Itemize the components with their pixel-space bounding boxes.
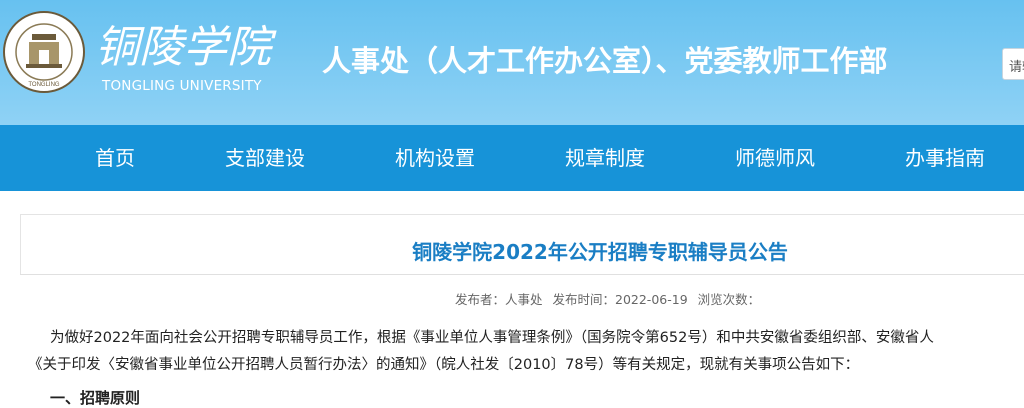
main-nav: 首页 支部建设 机构设置 规章制度 师德师风 办事指南 bbox=[0, 125, 1024, 191]
site-header: TONGLING 铜陵学院 TONGLING UNIVERSITY 人事处（人才… bbox=[0, 0, 1024, 125]
article-paragraph: 《关于印发〈安徽省事业单位公开招聘人员暂行办法〉的通知》（皖人社发〔2010〕7… bbox=[28, 357, 860, 373]
university-script-logo[interactable]: 铜陵学院 bbox=[95, 14, 290, 74]
article-paragraph: 为做好2022年面向社会公开招聘专职辅导员工作，根据《事业单位人事管理条例》（国… bbox=[50, 330, 934, 346]
university-seal-logo[interactable]: TONGLING bbox=[2, 10, 86, 94]
nav-item-branch-building[interactable]: 支部建设 bbox=[225, 125, 305, 191]
article-views: 浏览次数： bbox=[697, 292, 761, 307]
nav-item-service-guide[interactable]: 办事指南 bbox=[905, 125, 985, 191]
nav-item-organization[interactable]: 机构设置 bbox=[395, 125, 475, 191]
article-meta: 发布者：人事处 发布时间：2022-06-19 浏览次数： bbox=[455, 289, 766, 308]
svg-text:铜陵学院: 铜陵学院 bbox=[95, 22, 277, 73]
article-section-heading: 一、招聘原则 bbox=[50, 389, 141, 407]
nav-item-regulations[interactable]: 规章制度 bbox=[565, 125, 645, 191]
article-date: 发布时间：2022-06-19 bbox=[552, 292, 688, 307]
article-title: 铜陵学院2022年公开招聘专职辅导员公告 bbox=[412, 240, 788, 264]
nav-item-teacher-ethics[interactable]: 师德师风 bbox=[735, 125, 815, 191]
article-publisher: 发布者：人事处 bbox=[455, 292, 543, 307]
nav-item-home[interactable]: 首页 bbox=[95, 125, 135, 191]
site-title: 人事处（人才工作办公室）、党委教师工作部 bbox=[322, 44, 888, 78]
title-divider bbox=[20, 274, 1024, 275]
content-border-top bbox=[20, 214, 1024, 215]
university-english-name: TONGLING UNIVERSITY bbox=[102, 78, 262, 94]
search-input[interactable]: 请输 bbox=[1002, 48, 1024, 80]
svg-text:TONGLING: TONGLING bbox=[28, 82, 60, 88]
